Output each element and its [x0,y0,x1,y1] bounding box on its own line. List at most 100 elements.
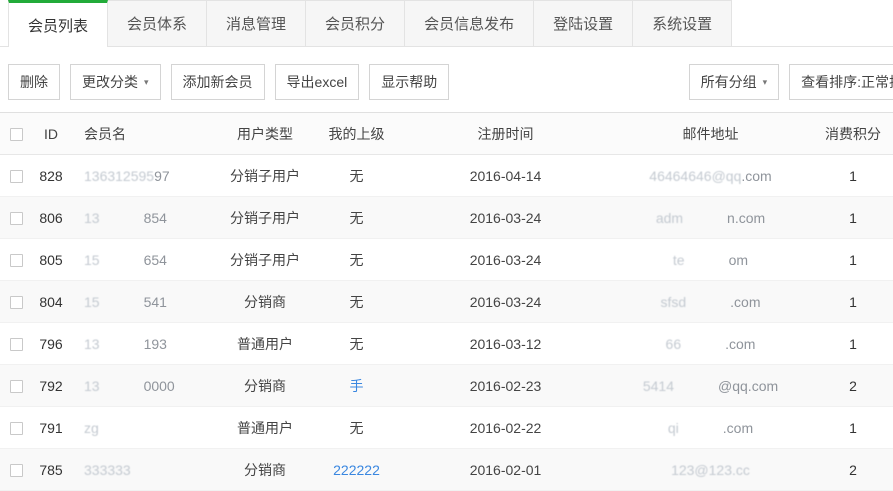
header-email: 邮件地址 [608,113,813,155]
member-name: 15541 [72,281,220,323]
member-name-visible-start: 13 [84,378,100,394]
member-type: 分销商 [220,365,310,407]
member-name-visible-end: 97 [154,168,170,184]
member-email: 123@123.cc [608,449,813,491]
member-points: 1 [813,239,893,281]
row-checkbox[interactable] [10,254,23,267]
member-type: 分销子用户 [220,197,310,239]
member-reg-time: 2016-03-24 [403,239,608,281]
tab-member-info-publish[interactable]: 会员信息发布 [404,0,534,46]
all-groups-dropdown[interactable]: 所有分组 ▾ [689,64,780,100]
tab-login-settings[interactable]: 登陆设置 [533,0,633,46]
delete-button[interactable]: 删除 [8,64,60,100]
member-superior: 无 [350,252,364,268]
table-row: 792 130000 分销商 手 2016-02-23 5414@qq.com … [0,365,893,407]
member-superior: 无 [350,168,364,184]
member-superior[interactable]: 手 [350,378,364,394]
member-email: qi.com [608,407,813,449]
member-superior[interactable]: 222222 [333,462,380,478]
member-name-visible-end: 0000 [144,378,175,394]
member-name-visible-end: 193 [144,336,167,352]
member-name-visible-start: 13 [84,336,100,352]
member-superior: 无 [350,294,364,310]
member-email-visible-end: n.com [727,210,765,226]
show-help-button[interactable]: 显示帮助 [369,64,449,100]
toolbar-right-group: 所有分组 ▾ 查看排序:正常排序 [689,64,893,100]
member-email: teom [608,239,813,281]
member-points: 1 [813,281,893,323]
member-name-visible-end: 541 [144,294,167,310]
row-checkbox[interactable] [10,212,23,225]
export-excel-button[interactable]: 导出excel [275,64,360,100]
table-header-row: ID 会员名 用户类型 我的上级 注册时间 邮件地址 消费积分 [0,113,893,155]
all-groups-label: 所有分组 [701,72,757,92]
member-email: 66 .com [608,323,813,365]
member-points: 1 [813,407,893,449]
member-email-visible-end: @qq.com [718,378,778,394]
member-name: zg [72,407,220,449]
member-id: 796 [30,323,72,365]
member-name: 13631259597 [72,155,220,197]
select-all-checkbox[interactable] [10,128,23,141]
member-name: 13 193 [72,323,220,365]
member-email-visible-start: 66 [666,336,682,352]
header-points: 消费积分 [813,113,893,155]
member-name-visible-end: 654 [144,252,167,268]
change-category-dropdown[interactable]: 更改分类 ▾ [70,64,161,100]
toolbar: 删除 更改分类 ▾ 添加新会员 导出excel 显示帮助 所有分组 ▾ 查看排序… [0,47,893,112]
member-email: sfsd.com [608,281,813,323]
row-checkbox[interactable] [10,296,23,309]
member-points: 2 [813,449,893,491]
member-reg-time: 2016-03-24 [403,281,608,323]
sort-order-button[interactable]: 查看排序:正常排序 [789,64,893,100]
tab-bar: 会员列表 会员体系 消息管理 会员积分 会员信息发布 登陆设置 系统设置 [0,0,893,47]
member-type: 普通用户 [220,407,310,449]
member-type: 分销商 [220,449,310,491]
member-superior: 无 [350,210,364,226]
member-email-visible-end: .com [741,168,771,184]
member-name-visible-start: 15 [84,252,100,268]
tab-member-system[interactable]: 会员体系 [107,0,207,46]
table-row: 806 13854 分销子用户 无 2016-03-24 admn.com 1 [0,197,893,239]
member-reg-time: 2016-03-12 [403,323,608,365]
row-checkbox[interactable] [10,170,23,183]
member-name-visible-start: 333333 [84,462,131,478]
member-email: 5414 @qq.com [608,365,813,407]
member-table: ID 会员名 用户类型 我的上级 注册时间 邮件地址 消费积分 828 1363… [0,112,893,491]
row-checkbox[interactable] [10,422,23,435]
member-name-visible-start: zg [84,420,99,436]
member-reg-time: 2016-02-01 [403,449,608,491]
member-points: 2 [813,365,893,407]
change-category-label: 更改分类 [82,72,138,92]
table-row: 828 13631259597 分销子用户 无 2016-04-14 46464… [0,155,893,197]
tab-system-settings[interactable]: 系统设置 [632,0,732,46]
member-email-visible-start: 5414 [643,378,674,394]
member-id: 791 [30,407,72,449]
member-email-visible-start: 46464646@qq [649,168,741,184]
member-id: 806 [30,197,72,239]
member-email-visible-start: 123@123.cc [671,462,750,478]
member-email-visible-end: .com [723,420,753,436]
member-reg-time: 2016-02-23 [403,365,608,407]
header-type: 用户类型 [220,113,310,155]
header-id: ID [30,113,72,155]
member-email: 46464646@qq.com [608,155,813,197]
header-name: 会员名 [72,113,220,155]
header-reg-time: 注册时间 [403,113,608,155]
tab-message-management[interactable]: 消息管理 [206,0,306,46]
member-email-visible-end: .com [725,336,755,352]
member-email-visible-start: sfsd [660,294,686,310]
table-body: 828 13631259597 分销子用户 无 2016-04-14 46464… [0,155,893,491]
caret-down-icon: ▾ [144,78,149,87]
table-row: 804 15541 分销商 无 2016-03-24 sfsd.com 1 [0,281,893,323]
member-reg-time: 2016-03-24 [403,197,608,239]
row-checkbox[interactable] [10,464,23,477]
row-checkbox[interactable] [10,338,23,351]
add-member-button[interactable]: 添加新会员 [171,64,265,100]
tab-member-list[interactable]: 会员列表 [8,0,108,47]
row-checkbox[interactable] [10,380,23,393]
member-type: 分销商 [220,281,310,323]
tab-member-points[interactable]: 会员积分 [305,0,405,46]
member-type: 分销子用户 [220,239,310,281]
member-reg-time: 2016-02-22 [403,407,608,449]
